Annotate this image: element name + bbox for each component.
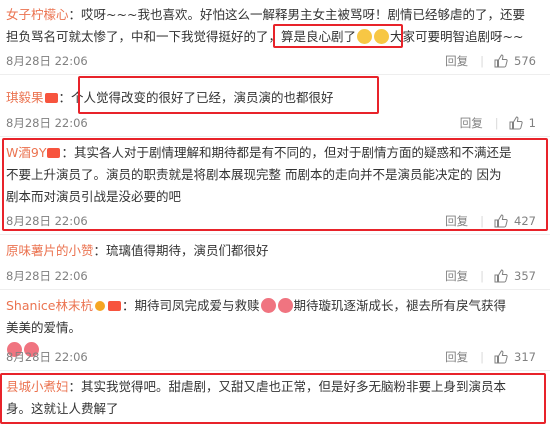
comment-1-highlight-text: 算是良心剧了 xyxy=(281,29,357,44)
emoji-icon xyxy=(374,29,390,44)
thumbs-up-icon xyxy=(494,269,508,283)
emoji-icon xyxy=(357,29,373,44)
comment-3-line-1: W酒9Y ：其实各人对于剧情理解和期待都是有不同的，但对于剧情方面的疑惑和不满还是 xyxy=(6,145,512,160)
emoji-icon xyxy=(260,298,276,313)
divider: | xyxy=(480,214,485,228)
vip-icon xyxy=(47,148,61,158)
comment-6-line-1: 县城小煮妇：其实我觉得吧。甜虐剧，又甜又虐也正常，但是好多无脑粉非要上身到演员本 xyxy=(6,379,507,394)
emoji-icon xyxy=(277,298,293,313)
thumbs-up-icon xyxy=(494,54,508,68)
reply-button[interactable]: 回复 xyxy=(445,212,468,230)
comment-1-line-2: 担负骂名可就太惨了，中和一下我觉得挺好的了，算是良心剧了 大家可要明智追剧呀~~ xyxy=(6,29,524,44)
like-count: 576 xyxy=(514,54,536,68)
comment-2-date: 8月28日 22:06 xyxy=(6,116,88,130)
comment-2-line-1: 琪毅果 ：个人觉得改变的很好了已经，演员演的也都很好 xyxy=(6,90,334,105)
divider: | xyxy=(480,269,485,283)
comment-2-username[interactable]: 琪毅果 xyxy=(6,90,44,105)
like-button[interactable]: 1 xyxy=(509,114,536,132)
like-count: 427 xyxy=(514,214,536,228)
like-button[interactable]: 317 xyxy=(494,348,536,366)
comment-4-username[interactable]: 原味薯片的小赞 xyxy=(6,243,94,258)
comment-1-actions: 回复 | 576 xyxy=(445,52,536,70)
like-button[interactable]: 427 xyxy=(494,212,536,230)
comment-5-username[interactable]: Shanice林末杭 xyxy=(6,298,93,313)
thumbs-up-icon xyxy=(494,350,508,364)
verified-icon xyxy=(94,301,105,311)
comment-5-date: 8月28日 22:06 xyxy=(6,350,88,364)
comment-1-date: 8月28日 22:06 xyxy=(6,54,88,68)
like-count: 357 xyxy=(514,269,536,283)
reply-button[interactable]: 回复 xyxy=(445,348,468,366)
reply-button[interactable]: 回复 xyxy=(460,114,483,132)
vip-icon xyxy=(107,301,121,311)
reply-button[interactable]: 回复 xyxy=(445,52,468,70)
divider xyxy=(0,234,550,235)
comment-1-username[interactable]: 女子柠檬心 xyxy=(6,7,69,22)
vip-icon xyxy=(44,93,58,103)
comment-4-actions: 回复 | 357 xyxy=(445,267,536,285)
thumbs-up-icon xyxy=(494,214,508,228)
comment-2-actions: 回复 | 1 xyxy=(460,114,536,132)
like-button[interactable]: 357 xyxy=(494,267,536,285)
comment-3-username[interactable]: W酒9Y xyxy=(6,145,46,160)
comment-3-actions: 回复 | 427 xyxy=(445,212,536,230)
comment-5-actions: 回复 | 317 xyxy=(445,348,536,366)
comment-6-username[interactable]: 县城小煮妇 xyxy=(6,379,69,394)
comment-5-line-2: 美美的爱情。 xyxy=(6,320,82,335)
like-button[interactable]: 576 xyxy=(494,52,536,70)
comment-4-date: 8月28日 22:06 xyxy=(6,269,88,283)
divider: | xyxy=(494,116,499,130)
divider xyxy=(0,289,550,290)
reply-button[interactable]: 回复 xyxy=(445,267,468,285)
comment-3-line-2: 不要上升演员了。演员的职责就是将剧本展现完整 而剧本的走向并不是演员能决定的 因… xyxy=(6,167,502,182)
comment-3-date: 8月28日 22:06 xyxy=(6,214,88,228)
divider xyxy=(0,370,550,371)
divider xyxy=(0,74,550,75)
like-count: 317 xyxy=(514,350,536,364)
thumbs-up-icon xyxy=(509,116,523,130)
divider xyxy=(0,136,550,137)
comment-4-line-1: 原味薯片的小赞：琉璃值得期待，演员们都很好 xyxy=(6,243,269,258)
comment-6-line-2: 身。这就让人费解了 xyxy=(6,401,119,416)
divider: | xyxy=(480,54,485,68)
comment-1-line-1: 女子柠檬心：哎呀~~~我也喜欢。好怕这么一解释男主女主被骂呀！剧情已经够虐的了，… xyxy=(6,7,525,22)
like-count: 1 xyxy=(528,116,536,130)
comment-5-line-1: Shanice林末杭 ：期待司凤完成爱与救赎 期待璇玑逐渐成长，褪去所有戾气获得 xyxy=(6,298,507,313)
divider: | xyxy=(480,350,485,364)
comment-3-line-3: 剧本而对演员引战是没必要的吧 xyxy=(6,189,182,204)
